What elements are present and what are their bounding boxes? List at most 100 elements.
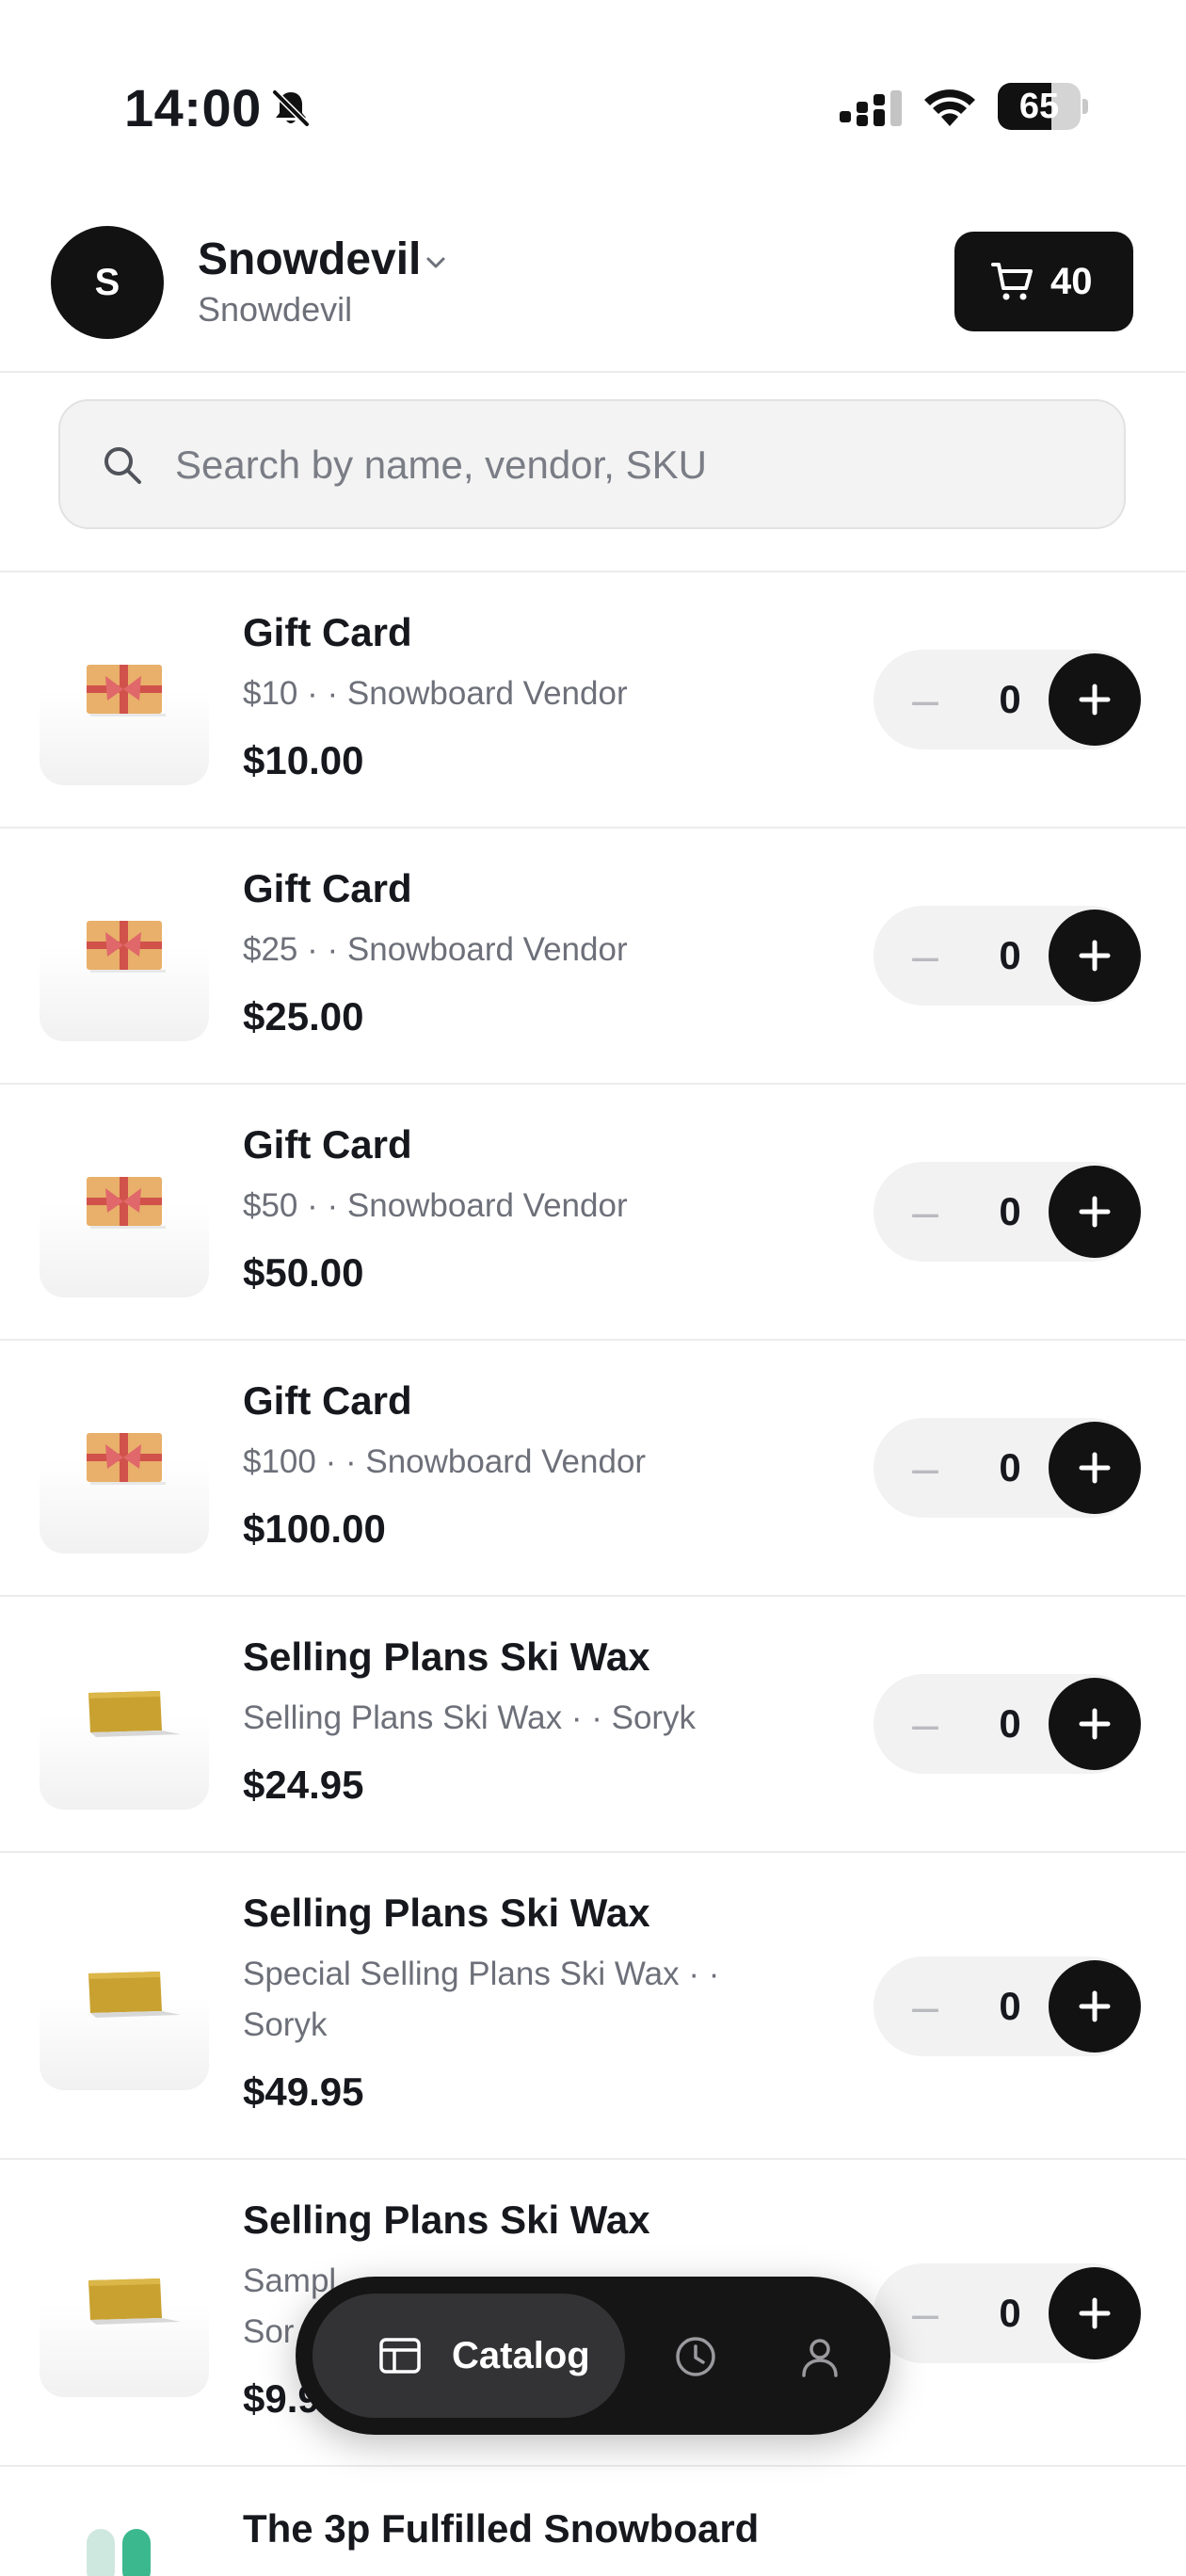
snowboard-image: [87, 2529, 151, 2576]
tab-account[interactable]: [785, 2322, 853, 2390]
product-price: $10.00: [243, 738, 364, 782]
quantity-value: 0: [999, 1445, 1021, 1489]
gift-card-image: [87, 1177, 166, 1229]
product-row[interactable]: Gift Card $25 · · Snowboard Vendor $25.0…: [0, 829, 1186, 1085]
history-clock-icon: [676, 2337, 715, 2376]
shop-header: S Snowdevil Snowdevil 40: [0, 207, 1186, 373]
product-row[interactable]: The 3p Fulfilled Snowboard: [0, 2467, 1186, 2576]
bell-slash-icon: [272, 89, 310, 127]
plus-icon: [1079, 1708, 1111, 1740]
product-image: [40, 1384, 209, 1554]
product-row[interactable]: Gift Card $50 · · Snowboard Vendor $50.0…: [0, 1085, 1186, 1341]
increment-button[interactable]: [1049, 2267, 1141, 2359]
ski-wax-image: [88, 1972, 181, 2018]
decrement-button[interactable]: –: [896, 2284, 954, 2343]
product-title: Gift Card: [243, 1378, 412, 1423]
catalog-icon: [379, 2338, 421, 2374]
quantity-stepper: – 0: [873, 906, 1141, 1006]
increment-button[interactable]: [1049, 1166, 1141, 1258]
status-time: 14:00: [124, 78, 262, 137]
status-bar: 14:00 65: [0, 0, 1186, 188]
quantity-value: 0: [999, 677, 1021, 721]
search-section: [0, 375, 1186, 572]
gift-card-image: [87, 921, 166, 973]
quantity-stepper: – 0: [873, 1418, 1141, 1518]
ski-wax-image: [88, 1691, 181, 1737]
product-title: Selling Plans Ski Wax: [243, 1891, 650, 1935]
decrement-button[interactable]: –: [896, 1183, 954, 1241]
product-image: [40, 872, 209, 1041]
decrement-button[interactable]: –: [896, 1695, 954, 1753]
quantity-stepper: – 0: [873, 650, 1141, 749]
product-title: Gift Card: [243, 1122, 412, 1167]
account-person-icon: [802, 2339, 838, 2377]
shop-name[interactable]: Snowdevil: [198, 233, 421, 285]
gift-card-image: [87, 1433, 166, 1485]
tab-catalog[interactable]: Catalog: [313, 2294, 625, 2418]
quantity-stepper: – 0: [873, 1674, 1141, 1774]
product-image: [40, 616, 209, 785]
product-subtitle: $50 · · Snowboard Vendor: [243, 1187, 628, 1224]
plus-icon: [1079, 684, 1111, 716]
product-row[interactable]: Gift Card $100 · · Snowboard Vendor $100…: [0, 1341, 1186, 1597]
search-input[interactable]: [175, 429, 1079, 501]
ski-wax-image: [88, 2278, 181, 2325]
increment-button[interactable]: [1049, 910, 1141, 1002]
quantity-stepper: – 0: [873, 1162, 1141, 1262]
product-image: [40, 2510, 209, 2576]
cart-count: 40: [1050, 261, 1093, 302]
product-price: $25.00: [243, 994, 364, 1038]
product-row[interactable]: Selling Plans Ski Wax Special Selling Pl…: [0, 1853, 1186, 2160]
product-image: [40, 1640, 209, 1810]
increment-button[interactable]: [1049, 1960, 1141, 2053]
product-title: Selling Plans Ski Wax: [243, 2198, 650, 2242]
product-row[interactable]: Selling Plans Ski Wax Selling Plans Ski …: [0, 1597, 1186, 1853]
product-title: Selling Plans Ski Wax: [243, 1634, 650, 1679]
quantity-stepper: – 0: [873, 2263, 1141, 2363]
product-price: $49.95: [243, 2069, 364, 2114]
chevron-down-icon[interactable]: [422, 249, 450, 277]
bottom-tab-bar: Catalog: [296, 2277, 890, 2435]
product-title: The 3p Fulfilled Snowboard: [243, 2506, 760, 2551]
quantity-value: 0: [999, 1189, 1021, 1233]
quantity-value: 0: [999, 1984, 1021, 2028]
product-list: Gift Card $10 · · Snowboard Vendor $10.0…: [0, 572, 1186, 2576]
plus-icon: [1079, 2297, 1111, 2329]
increment-button[interactable]: [1049, 1422, 1141, 1514]
product-subtitle: $100 · · Snowboard Vendor: [243, 1443, 647, 1480]
plus-icon: [1079, 1196, 1111, 1228]
gift-card-image: [87, 665, 166, 716]
shop-subtitle: Snowdevil: [198, 290, 353, 329]
product-image: [40, 2228, 209, 2397]
quantity-value: 0: [999, 1701, 1021, 1746]
battery-level: 65: [1018, 87, 1060, 126]
product-image: [40, 1128, 209, 1297]
product-subtitle: $25 · · Snowboard Vendor: [243, 931, 628, 968]
decrement-button[interactable]: –: [896, 1977, 954, 2036]
cart-button[interactable]: 40: [954, 232, 1133, 331]
cart-icon: [991, 263, 1033, 300]
product-row[interactable]: Gift Card $10 · · Snowboard Vendor $10.0…: [0, 572, 1186, 829]
quantity-value: 0: [999, 2291, 1021, 2335]
plus-icon: [1079, 940, 1111, 972]
increment-button[interactable]: [1049, 1678, 1141, 1770]
product-title: Gift Card: [243, 610, 412, 654]
battery-icon: 65: [998, 83, 1088, 130]
plus-icon: [1079, 1452, 1111, 1484]
tab-history[interactable]: [661, 2322, 729, 2390]
search-icon: [104, 447, 141, 484]
product-price: $50.00: [243, 1250, 364, 1295]
quantity-value: 0: [999, 933, 1021, 977]
decrement-button[interactable]: –: [896, 926, 954, 985]
decrement-button[interactable]: –: [896, 1439, 954, 1497]
increment-button[interactable]: [1049, 653, 1141, 746]
decrement-button[interactable]: –: [896, 670, 954, 729]
search-bar[interactable]: [58, 399, 1126, 529]
product-title: Gift Card: [243, 866, 412, 910]
cellular-signal-icon: [840, 90, 902, 126]
quantity-stepper: – 0: [873, 1956, 1141, 2056]
tab-catalog-label: Catalog: [452, 2335, 590, 2376]
product-subtitle: $10 · · Snowboard Vendor: [243, 675, 628, 712]
avatar[interactable]: S: [51, 226, 164, 339]
product-price: $24.95: [243, 1763, 364, 1807]
